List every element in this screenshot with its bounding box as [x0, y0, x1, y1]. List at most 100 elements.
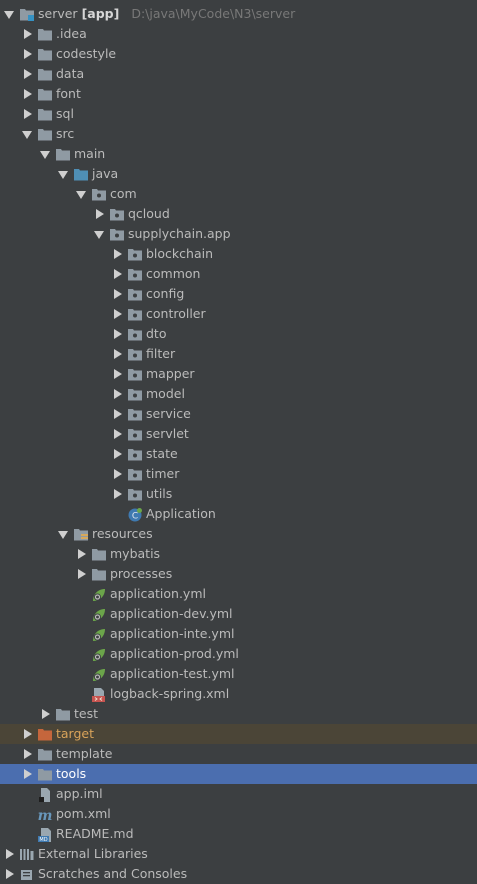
- expand-arrow-icon[interactable]: [112, 244, 124, 264]
- source-folder-icon: [73, 167, 89, 181]
- collapse-arrow-icon[interactable]: [94, 224, 106, 244]
- expand-arrow-icon[interactable]: [112, 444, 124, 464]
- tree-row-target[interactable]: target: [0, 724, 477, 744]
- tree-item-label: Scratches and Consoles: [38, 866, 188, 881]
- expand-arrow-icon[interactable]: [76, 564, 88, 584]
- tree-row-service[interactable]: service: [0, 404, 477, 424]
- tree-row-logback-xml[interactable]: logback-spring.xml: [0, 684, 477, 704]
- expand-arrow-icon[interactable]: [22, 744, 34, 764]
- svg-text:MD: MD: [39, 837, 47, 843]
- tree-row-readme[interactable]: MD README.md: [0, 824, 477, 844]
- tree-row-config[interactable]: config: [0, 284, 477, 304]
- expand-arrow-icon[interactable]: [22, 64, 34, 84]
- folder-icon: [37, 767, 53, 781]
- expand-arrow-icon[interactable]: [94, 204, 106, 224]
- tree-item-label: config: [146, 286, 185, 301]
- tree-row-template[interactable]: template: [0, 744, 477, 764]
- tree-row-app-iml[interactable]: app.iml: [0, 784, 477, 804]
- expand-arrow-icon[interactable]: [112, 344, 124, 364]
- tree-item-label: servlet: [146, 426, 189, 441]
- expand-arrow-icon[interactable]: [112, 464, 124, 484]
- expand-arrow-icon[interactable]: [112, 324, 124, 344]
- tree-row-tools[interactable]: tools: [0, 764, 477, 784]
- resources-folder-icon: [73, 527, 89, 541]
- expand-arrow-icon[interactable]: [40, 704, 52, 724]
- tree-row-codestyle[interactable]: codestyle: [0, 44, 477, 64]
- tree-row-application-prod-yml[interactable]: application-prod.yml: [0, 644, 477, 664]
- expand-arrow-icon[interactable]: [112, 404, 124, 424]
- tree-item-label: qcloud: [128, 206, 170, 221]
- tree-item-label: application-prod.yml: [110, 646, 239, 661]
- module-tag: [app]: [81, 6, 120, 21]
- tree-row-servlet[interactable]: servlet: [0, 424, 477, 444]
- tree-row-qcloud[interactable]: qcloud: [0, 204, 477, 224]
- tree-row-common[interactable]: common: [0, 264, 477, 284]
- collapse-arrow-icon[interactable]: [22, 124, 34, 144]
- expand-arrow-icon[interactable]: [22, 764, 34, 784]
- tree-row-data[interactable]: data: [0, 64, 477, 84]
- tree-row-filter[interactable]: filter: [0, 344, 477, 364]
- expand-arrow-icon[interactable]: [112, 304, 124, 324]
- tree-row-sql[interactable]: sql: [0, 104, 477, 124]
- module-icon: [19, 7, 35, 21]
- collapse-arrow-icon[interactable]: [58, 164, 70, 184]
- tree-row-src[interactable]: src: [0, 124, 477, 144]
- tree-item-label: common: [146, 266, 201, 281]
- collapse-arrow-icon[interactable]: [76, 184, 88, 204]
- tree-row-test[interactable]: test: [0, 704, 477, 724]
- expand-arrow-icon[interactable]: [22, 84, 34, 104]
- tree-row-application-class[interactable]: C Application: [0, 504, 477, 524]
- expand-arrow-icon[interactable]: [22, 104, 34, 124]
- expand-arrow-icon[interactable]: [22, 24, 34, 44]
- collapse-arrow-icon[interactable]: [58, 524, 70, 544]
- expand-arrow-icon[interactable]: [112, 384, 124, 404]
- tree-row-model[interactable]: model: [0, 384, 477, 404]
- tree-item-label: app.iml: [56, 786, 103, 801]
- tree-row-main[interactable]: main: [0, 144, 477, 164]
- tree-row-font[interactable]: font: [0, 84, 477, 104]
- tree-row-application-test-yml[interactable]: application-test.yml: [0, 664, 477, 684]
- expand-arrow-icon[interactable]: [22, 724, 34, 744]
- expand-arrow-icon[interactable]: [112, 284, 124, 304]
- svg-text:C: C: [132, 512, 138, 522]
- tree-row-blockchain[interactable]: blockchain: [0, 244, 477, 264]
- tree-row-application-dev-yml[interactable]: application-dev.yml: [0, 604, 477, 624]
- tree-row-idea[interactable]: .idea: [0, 24, 477, 44]
- package-icon: [127, 247, 143, 261]
- tree-row-application-yml[interactable]: application.yml: [0, 584, 477, 604]
- tree-row-com[interactable]: com: [0, 184, 477, 204]
- expand-arrow-icon[interactable]: [112, 264, 124, 284]
- expand-arrow-icon[interactable]: [22, 44, 34, 64]
- tree-row-application-inte-yml[interactable]: application-inte.yml: [0, 624, 477, 644]
- expand-arrow-icon[interactable]: [112, 424, 124, 444]
- tree-row-state[interactable]: state: [0, 444, 477, 464]
- tree-row-timer[interactable]: timer: [0, 464, 477, 484]
- tree-item-label: com: [110, 186, 137, 201]
- tree-row-server-root[interactable]: server [app] D:\java\MyCode\N3\server: [0, 4, 477, 24]
- expand-arrow-icon[interactable]: [4, 844, 16, 864]
- expand-arrow-icon[interactable]: [112, 364, 124, 384]
- tree-item-label: External Libraries: [38, 846, 148, 861]
- tree-row-scratches[interactable]: Scratches and Consoles: [0, 864, 477, 884]
- tree-row-processes[interactable]: processes: [0, 564, 477, 584]
- expand-arrow-icon[interactable]: [112, 484, 124, 504]
- tree-row-resources[interactable]: resources: [0, 524, 477, 544]
- tree-row-supplychain-app[interactable]: supplychain.app: [0, 224, 477, 244]
- expand-arrow-icon[interactable]: [4, 4, 16, 24]
- tree-row-mapper[interactable]: mapper: [0, 364, 477, 384]
- tree-item-label: logback-spring.xml: [110, 686, 230, 701]
- tree-row-dto[interactable]: dto: [0, 324, 477, 344]
- tree-row-controller[interactable]: controller: [0, 304, 477, 324]
- tree-item-label: application-dev.yml: [110, 606, 233, 621]
- package-icon: [127, 307, 143, 321]
- tree-row-pom-xml[interactable]: m pom.xml: [0, 804, 477, 824]
- expand-arrow-icon[interactable]: [76, 544, 88, 564]
- tree-row-utils[interactable]: utils: [0, 484, 477, 504]
- tree-row-mybatis[interactable]: mybatis: [0, 544, 477, 564]
- iml-file-icon: [37, 787, 53, 802]
- tree-item-label: model: [146, 386, 185, 401]
- collapse-arrow-icon[interactable]: [40, 144, 52, 164]
- tree-row-external-libraries[interactable]: External Libraries: [0, 844, 477, 864]
- expand-arrow-icon[interactable]: [4, 864, 16, 884]
- tree-row-java[interactable]: java: [0, 164, 477, 184]
